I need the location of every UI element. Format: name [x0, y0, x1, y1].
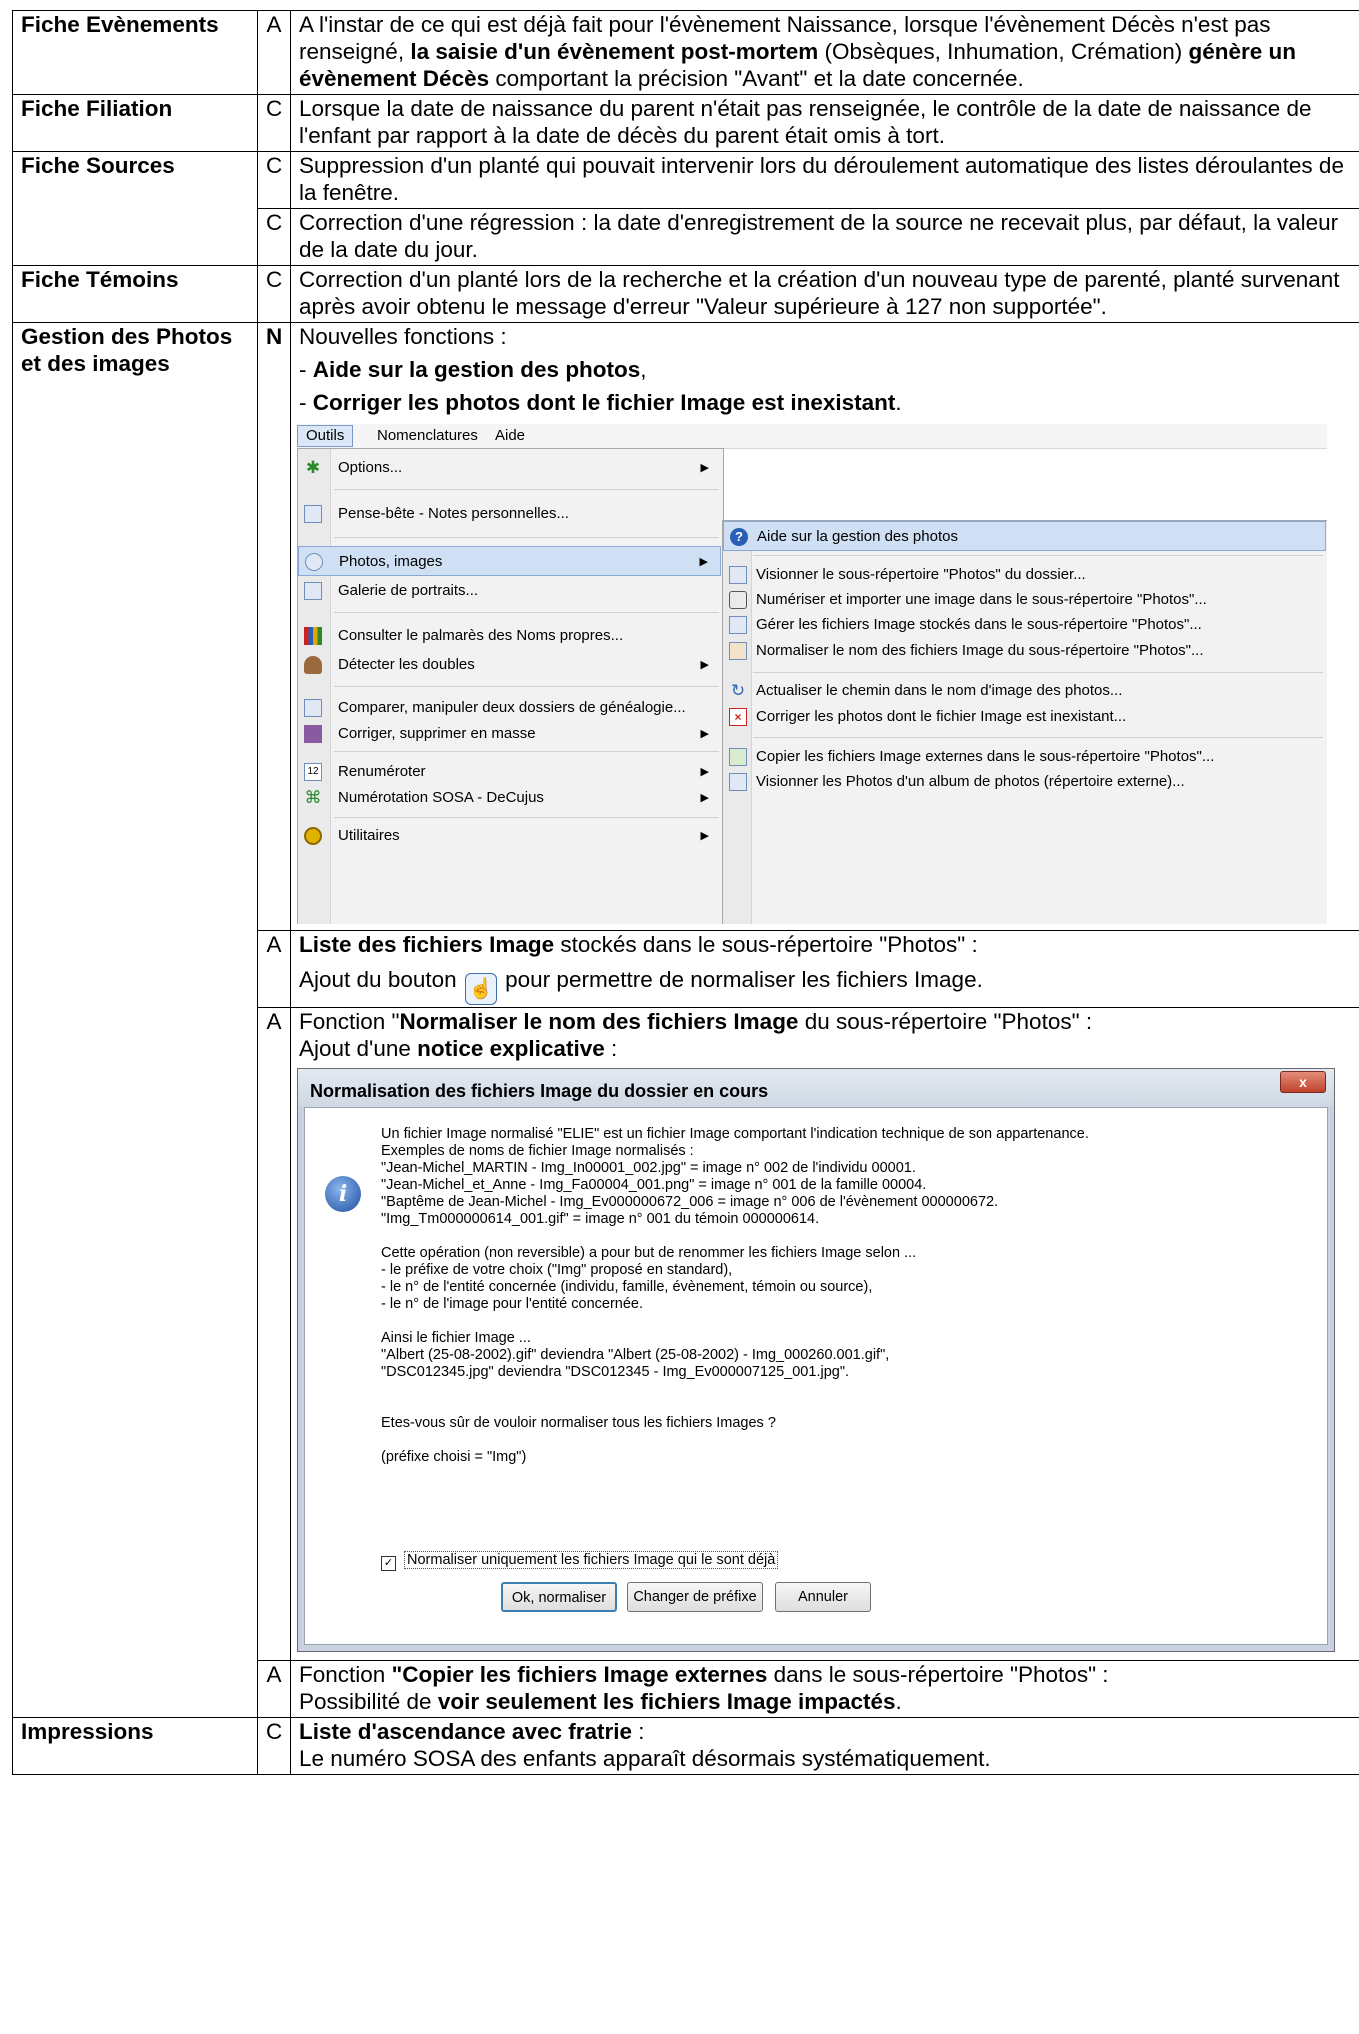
category-label: Fiche Sources — [12, 151, 258, 266]
change-description: Correction d'une régression : la date d'… — [290, 208, 1359, 266]
compare-icon — [304, 699, 322, 717]
bullet-item: - Corriger les photos dont le fichier Im… — [299, 390, 902, 415]
change-description: Fonction "Normaliser le nom des fichiers… — [290, 1007, 1359, 1661]
table-row: Fiche Evènements A A l'instar de ce qui … — [12, 10, 1359, 95]
menu-item-palmares[interactable]: Consulter le palmarès des Noms propres..… — [298, 621, 721, 651]
checkbox-label: Normaliser uniquement les fichiers Image… — [404, 1551, 779, 1569]
info-icon: i — [325, 1176, 361, 1212]
menu-item-utilitaires[interactable]: Utilitaires ▶ — [298, 821, 721, 851]
menu-item-options[interactable]: ✱ Options... ▶ — [298, 453, 721, 483]
category-label: Impressions — [12, 1717, 258, 1775]
menu-item-gallery[interactable]: Galerie de portraits... — [298, 576, 721, 606]
change-type: N — [257, 322, 291, 931]
change-type: C — [257, 1717, 291, 1775]
menu-nomenclatures[interactable]: Nomenclatures — [369, 427, 486, 445]
list-icon — [729, 616, 747, 634]
category-label: Gestion des Photos et des images — [12, 322, 258, 1718]
table-row: Fiche Témoins C Correction d'un planté l… — [12, 265, 1359, 323]
change-description: Nouvelles fonctions : - Aide sur la gest… — [290, 322, 1359, 931]
menu-bar: Outils Nomenclatures Aide — [297, 424, 1327, 449]
change-description: Suppression d'un planté qui pouvait inte… — [290, 151, 1359, 209]
options-icon: ✱ — [305, 458, 321, 477]
change-description: Fonction "Copier les fichiers Image exte… — [290, 1660, 1359, 1718]
intro-text: Nouvelles fonctions : — [299, 324, 507, 349]
duplicates-icon — [304, 656, 322, 674]
table-row: Impressions C Liste d'ascendance avec fr… — [12, 1717, 1359, 1775]
normalize-button-icon: ☝ — [464, 973, 497, 1005]
change-type: C — [257, 208, 291, 266]
normalisation-dialog: Normalisation des fichiers Image du doss… — [297, 1068, 1335, 1652]
refresh-icon: ↻ — [730, 681, 746, 700]
bar-chart-icon — [304, 627, 322, 645]
photos-submenu: ? Aide sur la gestion des photos Visionn… — [722, 520, 1327, 924]
sosa-icon: ⌘ — [304, 788, 322, 807]
document: Fiche Evènements A A l'instar de ce qui … — [12, 10, 1359, 2034]
camera-icon — [305, 553, 323, 571]
menu-item-sosa[interactable]: ⌘ Numérotation SOSA - DeCujus ▶ — [298, 783, 721, 813]
menu-item-doubles[interactable]: Détecter les doubles ▶ — [298, 650, 721, 680]
dialog-title-bar: Normalisation des fichiers Image du doss… — [298, 1069, 1334, 1107]
category-label: Fiche Filiation — [12, 94, 258, 152]
table-row: Fiche Filiation C Lorsque la date de nai… — [12, 94, 1359, 152]
dialog-body: i Un fichier Image normalisé "ELIE" est … — [304, 1107, 1328, 1645]
category-label: Fiche Témoins — [12, 265, 258, 323]
table-row: Fiche Sources C Suppression d'un planté … — [12, 151, 1359, 266]
menu-item-photos[interactable]: Photos, images ▶ — [298, 546, 721, 576]
change-description: A l'instar de ce qui est déjà fait pour … — [290, 10, 1359, 95]
change-description: Liste des fichiers Image stockés dans le… — [290, 930, 1359, 1008]
change-type: C — [257, 265, 291, 323]
view-folder-icon — [729, 566, 747, 584]
checkbox[interactable]: ✓ — [381, 1556, 396, 1571]
copy-icon — [729, 748, 747, 766]
submenu-item-normaliser[interactable]: Normaliser le nom des fichiers Image du … — [723, 636, 1326, 666]
mass-edit-icon — [304, 725, 322, 743]
changer-prefixe-button[interactable]: Changer de préfixe — [627, 1582, 763, 1612]
change-type: A — [257, 1007, 291, 1661]
scanner-icon — [729, 591, 747, 609]
category-label: Fiche Evènements — [12, 10, 258, 95]
dialog-title: Normalisation des fichiers Image du doss… — [310, 1081, 769, 1101]
utilities-icon — [304, 827, 322, 845]
change-type: A — [257, 930, 291, 1008]
normalize-icon — [729, 642, 747, 660]
submenu-item-aide[interactable]: ? Aide sur la gestion des photos — [723, 521, 1326, 551]
change-type: A — [257, 10, 291, 95]
change-type: C — [257, 151, 291, 209]
notes-icon — [304, 505, 322, 523]
annuler-button[interactable]: Annuler — [775, 1582, 871, 1612]
gallery-icon — [304, 582, 322, 600]
change-description: Correction d'un planté lors de la recher… — [290, 265, 1359, 323]
delete-icon: × — [729, 708, 747, 726]
album-icon — [729, 773, 747, 791]
close-icon[interactable]: x — [1280, 1071, 1326, 1093]
menu-item-notes[interactable]: Pense-bête - Notes personnelles... — [298, 499, 721, 529]
change-type: A — [257, 1660, 291, 1718]
ok-normaliser-button[interactable]: Ok, normaliser — [501, 1582, 617, 1612]
menu-screenshot: Outils Nomenclatures Aide ✱ Options... ▶ … — [297, 424, 1327, 924]
dialog-message: Un fichier Image normalisé "ELIE" est un… — [381, 1126, 1089, 1465]
table-row: Gestion des Photos et des images N Nouve… — [12, 322, 1359, 1718]
submenu-item-album[interactable]: Visionner les Photos d'un album de photo… — [723, 767, 1326, 797]
outils-dropdown: ✱ Options... ▶ Pense-bête - Notes personn… — [297, 448, 724, 924]
change-type: C — [257, 94, 291, 152]
renumber-icon: 12 — [304, 763, 322, 781]
normalize-only-checkbox[interactable]: ✓ Normaliser uniquement les fichiers Imag… — [381, 1551, 779, 1571]
menu-item-corriger[interactable]: Corriger, supprimer en masse ▶ — [298, 719, 721, 749]
changelog-table: Fiche Evènements A A l'instar de ce qui … — [12, 10, 1359, 1775]
change-description: Liste d'ascendance avec fratrie : Le num… — [290, 1717, 1359, 1775]
bullet-item: - Aide sur la gestion des photos, — [299, 357, 647, 382]
change-description: Lorsque la date de naissance du parent n… — [290, 94, 1359, 152]
menu-outils[interactable]: Outils — [297, 425, 354, 447]
help-icon: ? — [730, 528, 748, 546]
submenu-item-corriger[interactable]: × Corriger les photos dont le fichier Im… — [723, 702, 1326, 732]
menu-aide[interactable]: Aide — [487, 427, 533, 445]
